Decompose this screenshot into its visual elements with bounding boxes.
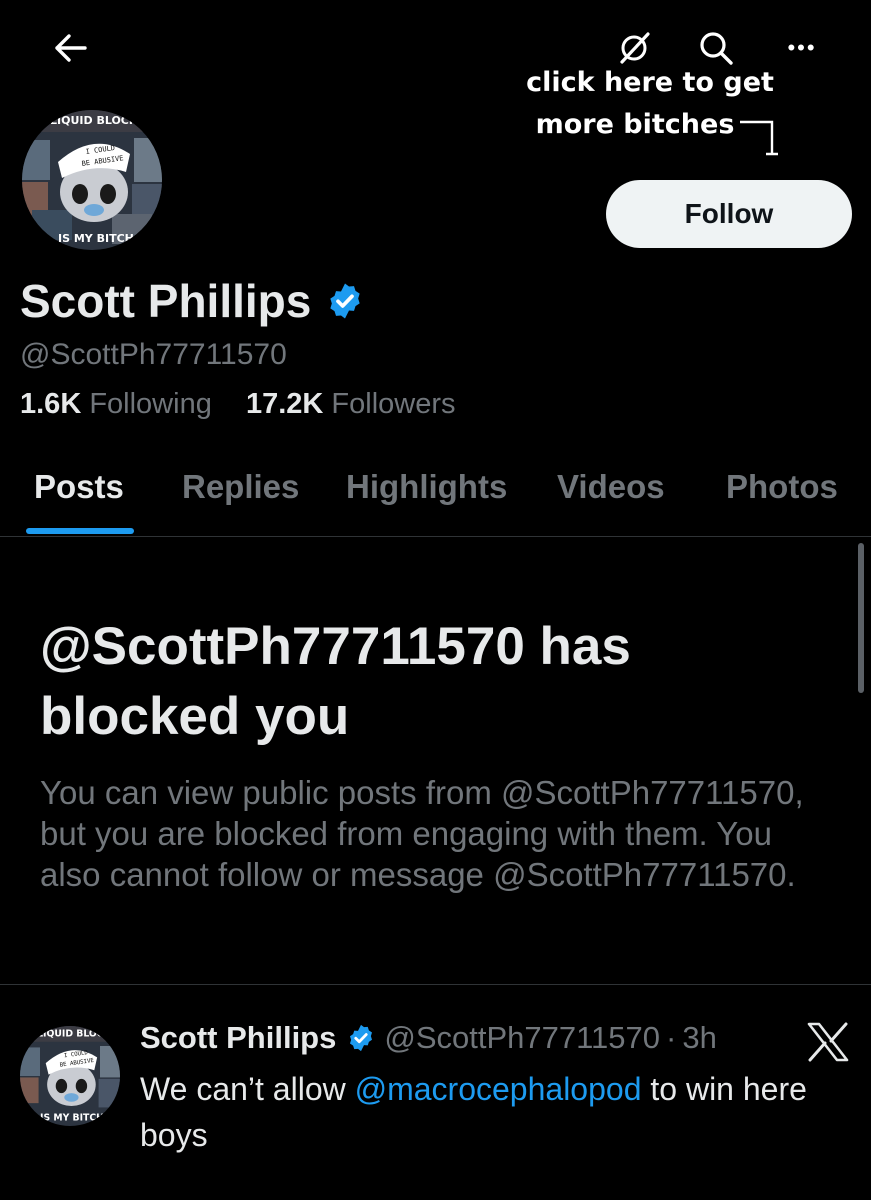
tab-highlights[interactable]: Highlights — [346, 468, 507, 506]
caption-arrow-icon — [738, 108, 780, 163]
tab-videos[interactable]: Videos — [557, 468, 665, 506]
tweet-mention-link[interactable]: @macrocephalopod — [355, 1071, 642, 1107]
followers-count: 17.2K — [245, 388, 324, 420]
tweet-separator-dot: · — [666, 1020, 677, 1055]
profile-stats: 1.6K Following 17.2K Followers — [20, 388, 456, 421]
display-name-text: Scott Phillips — [20, 275, 312, 327]
blocked-title: @ScottPh77711570 has blocked you — [40, 617, 631, 746]
tweet-author-handle[interactable]: @ScottPh77711570 — [384, 1020, 660, 1056]
tweet-text-before: We can’t allow — [140, 1071, 355, 1107]
tab-photos[interactable]: Photos — [726, 468, 838, 506]
avatar-top-text: LIQUID BLOCK — [50, 114, 138, 127]
avatar-bottom-text: IS MY BITCH — [58, 232, 134, 245]
following-stat[interactable]: 1.6K Following — [20, 388, 212, 420]
back-arrow-icon[interactable] — [40, 20, 100, 76]
profile-handle: @ScottPh77711570 — [20, 338, 287, 371]
profile-avatar[interactable]: LIQUID BLOCK I COULD BE ABUSIVE IS MY BI… — [22, 110, 162, 250]
profile-tabs: Posts Replies Highlights Videos Photos — [0, 448, 871, 537]
tweet-avatar-top-text: LIQUID BLOCK — [37, 1029, 111, 1040]
active-tab-indicator — [26, 528, 134, 534]
tab-replies[interactable]: Replies — [182, 468, 299, 506]
tweet-verified-badge-icon[interactable] — [346, 1023, 376, 1053]
follow-button[interactable]: Follow — [606, 180, 852, 248]
following-label: Following — [89, 388, 212, 420]
following-count: 1.6K — [20, 388, 82, 420]
profile-display-name: Scott Phillips — [20, 274, 365, 328]
tweet-timestamp[interactable]: 3h — [682, 1020, 716, 1056]
caption-line-1: click here to get — [526, 67, 774, 98]
more-glyph: ••• — [787, 35, 817, 60]
followers-label: Followers — [331, 388, 456, 420]
verified-badge-icon[interactable] — [325, 281, 365, 321]
tweet-header: Scott Phillips @ScottPh77711570 · 3h — [140, 1020, 717, 1056]
scrollbar[interactable] — [858, 543, 864, 693]
tab-posts[interactable]: Posts — [34, 468, 124, 506]
x-logo-icon — [800, 1018, 856, 1066]
tweet-avatar-bottom-text: IS MY BITCH — [40, 1112, 104, 1123]
divider — [0, 984, 871, 985]
blocked-description: You can view public posts from @ScottPh7… — [40, 774, 804, 893]
tweet-text: We can’t allow @macrocephalopod to win h… — [140, 1066, 840, 1158]
followers-stat[interactable]: 17.2K Followers — [246, 388, 456, 420]
tweet-author-name[interactable]: Scott Phillips — [140, 1020, 336, 1056]
tweet-avatar[interactable]: LIQUID BLOCK I COULD BE ABUSIVE IS MY BI… — [20, 1026, 120, 1126]
